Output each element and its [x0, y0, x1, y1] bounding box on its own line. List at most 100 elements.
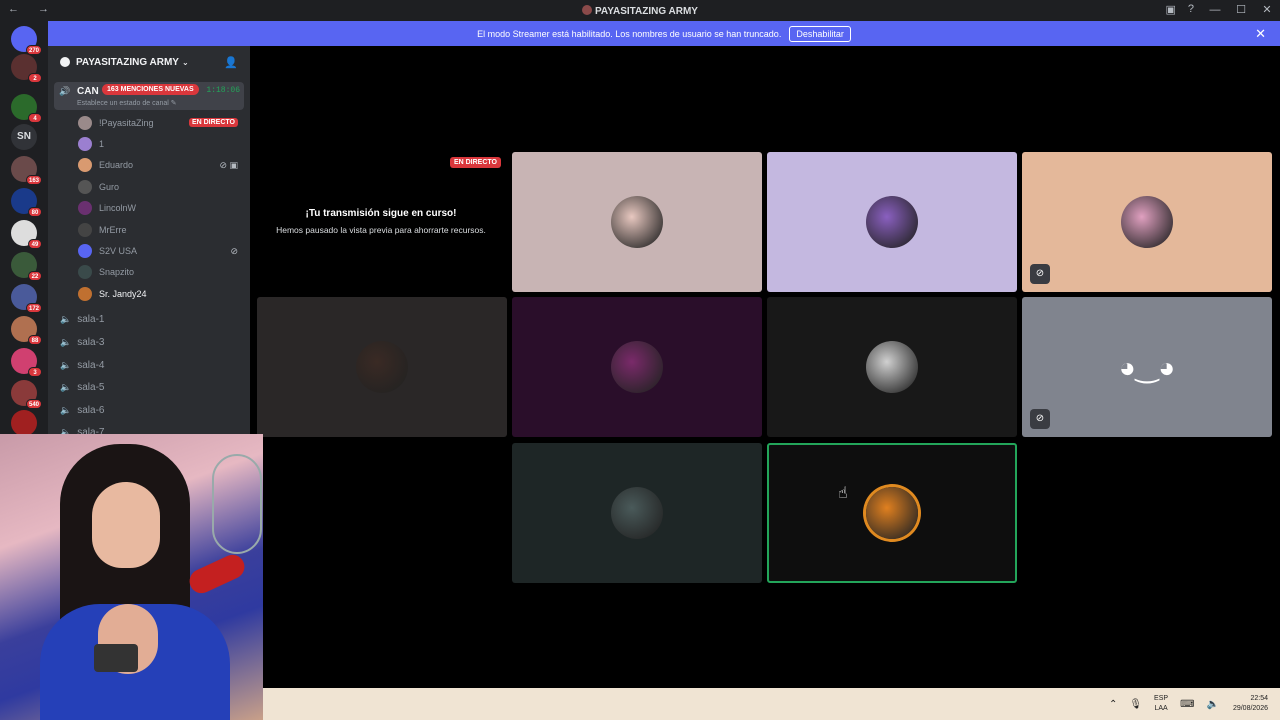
voice-user[interactable]: S2V USA ⊘	[48, 240, 250, 261]
participant-tile[interactable]	[767, 443, 1017, 583]
avatar	[866, 341, 918, 393]
voice-user[interactable]: 1	[48, 133, 250, 154]
banner-text: El modo Streamer está habilitado. Los no…	[477, 28, 782, 39]
participant-tile[interactable]	[512, 152, 762, 292]
fan-shape	[212, 454, 262, 554]
user-name: Sr. Jandy24	[99, 288, 147, 299]
voice-user[interactable]: Sr. Jandy24	[48, 283, 250, 304]
server-list: 270 2 4 SN 163 80 49 22 172 88 3 540	[0, 21, 48, 441]
server-icon[interactable]: SN	[11, 124, 37, 150]
disable-streamer-mode-button[interactable]: Deshabilitar	[789, 25, 851, 42]
participant-tile[interactable]	[512, 443, 762, 583]
voice-channel-name: sala-6	[77, 404, 105, 416]
speaker-icon: 🔈	[60, 359, 72, 370]
avatar	[78, 158, 92, 173]
active-voice-channel[interactable]: 🔊 CAN 163 MENCIONES NUEVAS 1:18:06 Estab…	[54, 82, 244, 110]
speaker-icon: 🔈	[60, 336, 72, 347]
server-icon[interactable]	[11, 410, 37, 436]
voice-user-list: !PayasitaZing EN DIRECTO 1 Eduardo ⊘ ▣ Guro Li…	[48, 112, 250, 305]
maximize-button[interactable]: ☐	[1228, 0, 1254, 21]
voice-grid: EN DIRECTO ¡Tu transmisión sigue en curs…	[250, 46, 1280, 688]
channel-status[interactable]: Establece un estado de canal ✎	[77, 99, 177, 107]
speaker-icon: 🔈	[60, 382, 72, 393]
close-banner-icon[interactable]: ✕	[1255, 26, 1266, 42]
voice-channel-item[interactable]: 🔈 sala-3	[48, 331, 250, 354]
tray-chevron-icon[interactable]: ⌃	[1109, 699, 1117, 710]
server-icon[interactable]: 172	[11, 284, 42, 313]
clock-time: 22:54	[1250, 695, 1268, 702]
voice-user[interactable]: !PayasitaZing EN DIRECTO	[48, 112, 250, 133]
clock[interactable]: 22:54 29/08/2026	[1233, 694, 1268, 714]
participant-tile[interactable]: ⊘	[1022, 152, 1272, 292]
avatar	[866, 487, 918, 539]
webcam-overlay	[0, 434, 263, 720]
avatar	[78, 179, 92, 194]
language-indicator[interactable]: ESP LAA	[1154, 694, 1168, 714]
user-name: 1	[99, 139, 105, 150]
server-icon[interactable]: 540	[11, 380, 42, 409]
taskbar: ⌃ 🎙 ESP LAA ⌨ 🔈 22:54 29/08/2026	[263, 688, 1280, 720]
server-icon[interactable]: 3	[11, 348, 42, 377]
user-name: Snapzito	[99, 267, 135, 278]
help-icon[interactable]: ?	[1188, 3, 1194, 16]
server-icon	[582, 5, 592, 15]
server-icon[interactable]: 163	[11, 156, 42, 185]
server-icon[interactable]: 49	[11, 220, 42, 249]
avatar	[611, 487, 663, 539]
minimize-button[interactable]: —	[1202, 0, 1228, 21]
inbox-icon[interactable]: ▣	[1165, 3, 1175, 16]
voice-channel-item[interactable]: 🔈 sala-5	[48, 376, 250, 399]
stream-paused-tile[interactable]: EN DIRECTO ¡Tu transmisión sigue en curs…	[256, 152, 506, 292]
server-label: SN	[17, 131, 31, 142]
microphone-icon[interactable]: 🎙	[1129, 699, 1142, 710]
server-badge: 88	[28, 335, 42, 345]
voice-user[interactable]: LincolnW	[48, 198, 250, 219]
streamer-mode-banner: El modo Streamer está habilitado. Los no…	[48, 21, 1280, 46]
volume-icon[interactable]: 🔈	[1207, 699, 1219, 710]
voice-user[interactable]: Guro	[48, 176, 250, 197]
participant-tile[interactable]: ◕‿◕ ⊘	[1022, 297, 1272, 437]
channel-sidebar: PAYASITAZING ARMY ⌄ 👤 🔊 CAN 163 MENCIONE…	[48, 46, 250, 441]
participant-tile[interactable]	[767, 152, 1017, 292]
voice-channel-item[interactable]: 🔈 sala-1	[48, 309, 250, 332]
speaker-icon: 🔈	[60, 314, 72, 325]
avatar	[78, 265, 92, 280]
add-friend-icon[interactable]: 👤	[224, 56, 238, 69]
mute-deafen-icon: ⊘ ▣	[219, 159, 238, 170]
mentions-badge[interactable]: 163 MENCIONES NUEVAS	[102, 84, 199, 95]
voice-user[interactable]: Eduardo ⊘ ▣	[48, 155, 250, 176]
voice-user[interactable]: MrErre	[48, 219, 250, 240]
participant-tile[interactable]	[767, 297, 1017, 437]
stream-subtext: Hemos pausado la vista previa para ahorr…	[276, 225, 486, 235]
server-icon[interactable]: 2	[11, 54, 42, 83]
server-icon[interactable]: 80	[11, 188, 42, 217]
voice-channel-item[interactable]: 🔈 sala-6	[48, 399, 250, 422]
voice-channel-name: sala-3	[77, 336, 105, 348]
stream-heading: ¡Tu transmisión sigue en curso!	[305, 208, 457, 219]
network-icon[interactable]: ⌨	[1180, 699, 1194, 710]
participant-tile[interactable]	[512, 297, 762, 437]
user-name: !PayasitaZing	[99, 117, 154, 128]
avatar	[78, 222, 92, 237]
voice-user[interactable]: Snapzito	[48, 262, 250, 283]
avatar	[611, 341, 663, 393]
live-badge: EN DIRECTO	[449, 157, 501, 168]
voice-channel-item[interactable]: 🔈 sala-4	[48, 354, 250, 377]
close-window-button[interactable]: ✕	[1254, 0, 1280, 21]
avatar	[866, 196, 918, 248]
server-badge: 3	[28, 367, 42, 377]
avatar	[78, 286, 92, 301]
server-icon[interactable]: 270	[11, 26, 42, 55]
guild-header[interactable]: PAYASITAZING ARMY ⌄ 👤	[48, 46, 250, 78]
live-badge: EN DIRECTO	[188, 118, 238, 128]
avatar	[78, 244, 92, 259]
chevron-down-icon: ⌄	[181, 57, 189, 67]
server-badge: 163	[25, 175, 42, 185]
server-icon[interactable]: 22	[11, 252, 42, 281]
server-icon[interactable]: 4	[11, 94, 42, 123]
server-icon[interactable]: 88	[11, 316, 42, 345]
user-name: Guro	[99, 181, 120, 192]
lang-bottom: LAA	[1154, 705, 1168, 712]
participant-tile[interactable]	[257, 297, 507, 437]
voice-channel-name: sala-4	[77, 359, 105, 371]
